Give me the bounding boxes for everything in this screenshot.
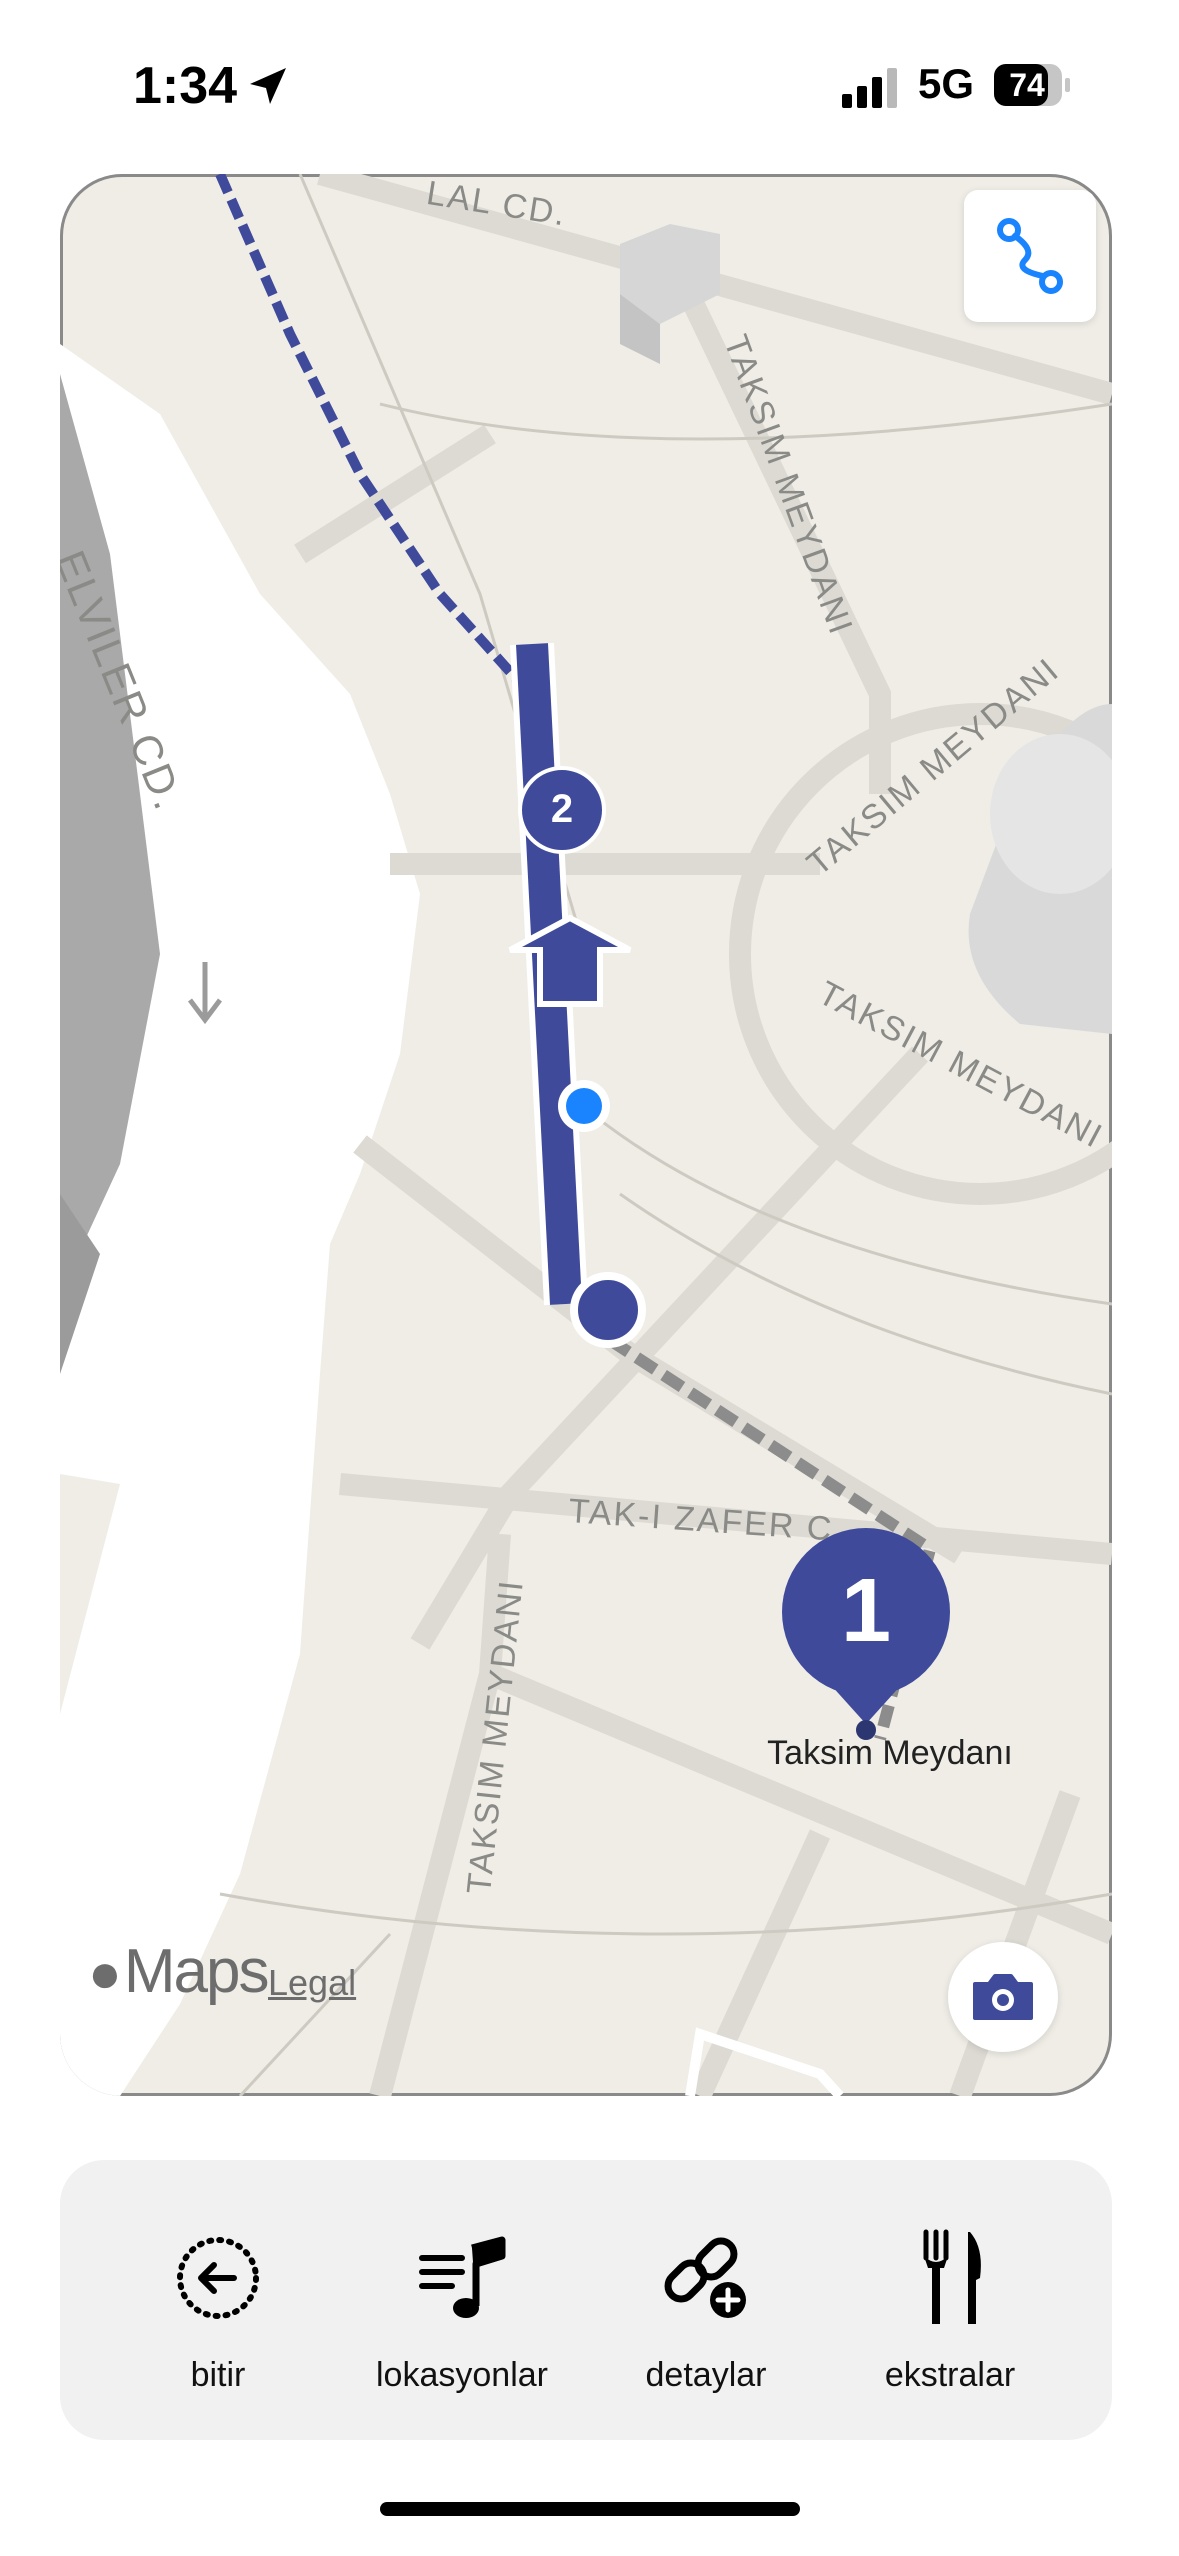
home-indicator[interactable] <box>380 2502 800 2516</box>
tool-detaylar[interactable]: detaylar <box>586 2228 826 2408</box>
location-arrow-icon <box>250 68 286 104</box>
route-button[interactable] <box>964 190 1096 322</box>
camera-icon <box>973 1974 1033 2020</box>
back-circle-icon <box>177 2237 259 2319</box>
tool-label: detaylar <box>645 2356 767 2394</box>
map-base <box>60 174 1112 2096</box>
camera-button[interactable] <box>948 1942 1058 2052</box>
status-time: 1:34 <box>133 57 238 115</box>
stop-marker-2[interactable]: 2 <box>532 784 592 834</box>
tool-label: ekstralar <box>884 2356 1016 2394</box>
apple-icon: ● <box>88 1941 122 2004</box>
bottom-toolbar: bitir lokasyonlar detaylar ekstralar <box>60 2160 1112 2440</box>
music-list-icon <box>419 2236 506 2318</box>
map-view[interactable]: LAL CD. ELVILER CD. TAKSIM MEYDANI TAKSI… <box>60 174 1112 2096</box>
tool-label: bitir <box>190 2356 246 2394</box>
status-bar: 1:34 5G 74 <box>0 0 1179 170</box>
network-type: 5G <box>918 60 975 107</box>
apple-maps-logo: ●Maps <box>88 1937 269 2006</box>
link-add-icon <box>664 2237 746 2318</box>
signal-icon <box>842 68 897 108</box>
battery-level: 74 <box>1009 67 1045 103</box>
tool-ekstralar[interactable]: ekstralar <box>830 2228 1070 2408</box>
tool-lokasyonlar[interactable]: lokasyonlar <box>342 2228 582 2408</box>
fork-knife-icon <box>923 2229 981 2324</box>
poi-label[interactable]: Taksim Meydanı <box>740 1734 1040 1773</box>
stop-marker-1[interactable]: 1 <box>806 1556 926 1666</box>
route-icon <box>997 218 1063 294</box>
legal-link[interactable]: Legal <box>268 1962 356 2004</box>
tool-label: lokasyonlar <box>376 2356 548 2394</box>
tool-bitir[interactable]: bitir <box>98 2228 338 2408</box>
